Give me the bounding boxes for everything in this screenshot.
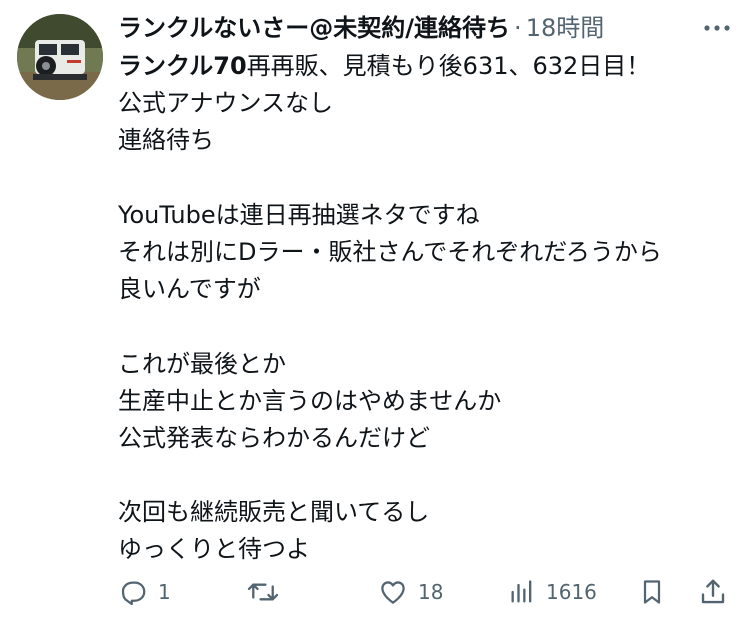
retweet-button[interactable] bbox=[246, 572, 290, 612]
text-line: 生産中止とか言うのはやめませんか bbox=[118, 386, 502, 415]
avatar[interactable] bbox=[17, 14, 103, 100]
tweet-text: ランクル70再再販、見積もり後631、632日目！ 公式アナウンスなし 連絡待ち… bbox=[118, 48, 738, 569]
like-button[interactable]: 18 bbox=[378, 572, 443, 612]
timestamp[interactable]: 18時間 bbox=[526, 8, 605, 48]
display-name[interactable]: ランクルないさー@未契約/連絡待ち bbox=[118, 8, 510, 48]
bookmark-icon bbox=[643, 580, 661, 604]
heart-icon bbox=[381, 581, 405, 604]
views-count: 1616 bbox=[546, 580, 597, 604]
text-line: 公式発表ならわかるんだけど bbox=[118, 423, 430, 452]
reply-count: 1 bbox=[158, 580, 171, 604]
like-count: 18 bbox=[418, 580, 444, 604]
text-line-blank bbox=[118, 160, 738, 197]
avatar-jeep-icon bbox=[17, 14, 103, 100]
text-line-blank bbox=[118, 457, 738, 494]
separator-dot: · bbox=[514, 14, 522, 42]
text-line-blank bbox=[118, 308, 738, 345]
views-button[interactable]: 1616 bbox=[508, 572, 597, 612]
retweet-icon bbox=[247, 583, 279, 601]
views-icon bbox=[511, 580, 532, 603]
text-line: それは別にDラー・販社さんでそれぞれだろうから bbox=[118, 237, 662, 266]
tweet: ランクルないさー@未契約/連絡待ち · 18時間 ランクル70再再販、見積もり後… bbox=[0, 0, 750, 622]
text-line-bold: ランクル70 bbox=[118, 52, 247, 80]
share-button[interactable] bbox=[698, 572, 728, 612]
bookmark-button[interactable] bbox=[638, 572, 666, 612]
text-line: ゆっくりと待つよ bbox=[118, 535, 310, 564]
text-line: YouTubeは連日再抽選ネタですね bbox=[118, 200, 480, 229]
share-icon bbox=[701, 579, 725, 604]
more-dots-icon[interactable] bbox=[702, 18, 732, 38]
reply-icon bbox=[121, 581, 146, 606]
text-line: これが最後とか bbox=[118, 349, 286, 378]
text-line: 次回も継続販売と聞いてるし bbox=[118, 498, 430, 527]
text-line: 良いんですが bbox=[118, 275, 261, 304]
reply-button[interactable]: 1 bbox=[118, 572, 171, 612]
text-line-normal: 再再販、見積もり後631、632日目！ bbox=[246, 52, 651, 80]
text-line: 公式アナウンスなし bbox=[118, 89, 334, 118]
tweet-header: ランクルないさー@未契約/連絡待ち · 18時間 bbox=[118, 8, 604, 48]
text-line: ランクル70再再販、見積もり後631、632日目！ bbox=[118, 48, 738, 85]
action-bar: 1 18 1616 bbox=[118, 572, 734, 612]
text-line: 連絡待ち bbox=[118, 126, 214, 155]
